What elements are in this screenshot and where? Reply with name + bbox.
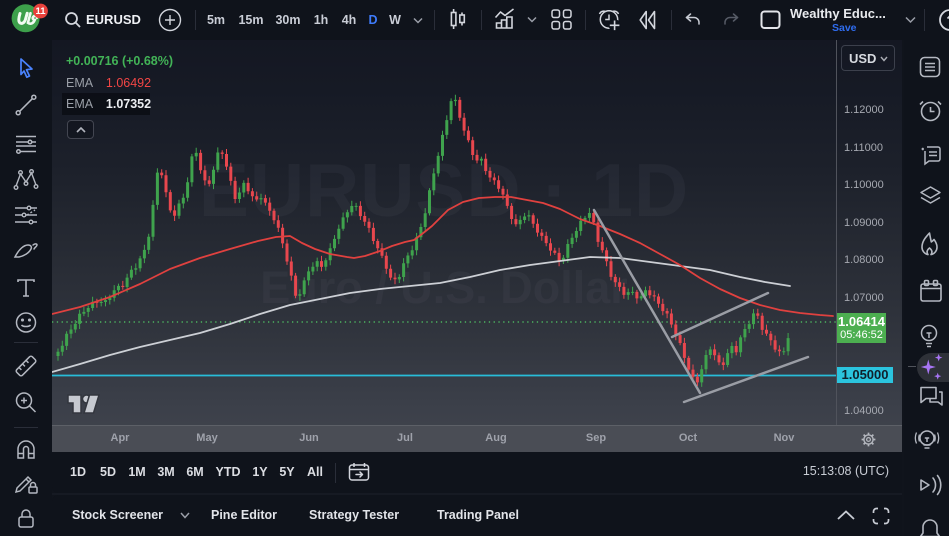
svg-text:11: 11 (35, 6, 46, 17)
